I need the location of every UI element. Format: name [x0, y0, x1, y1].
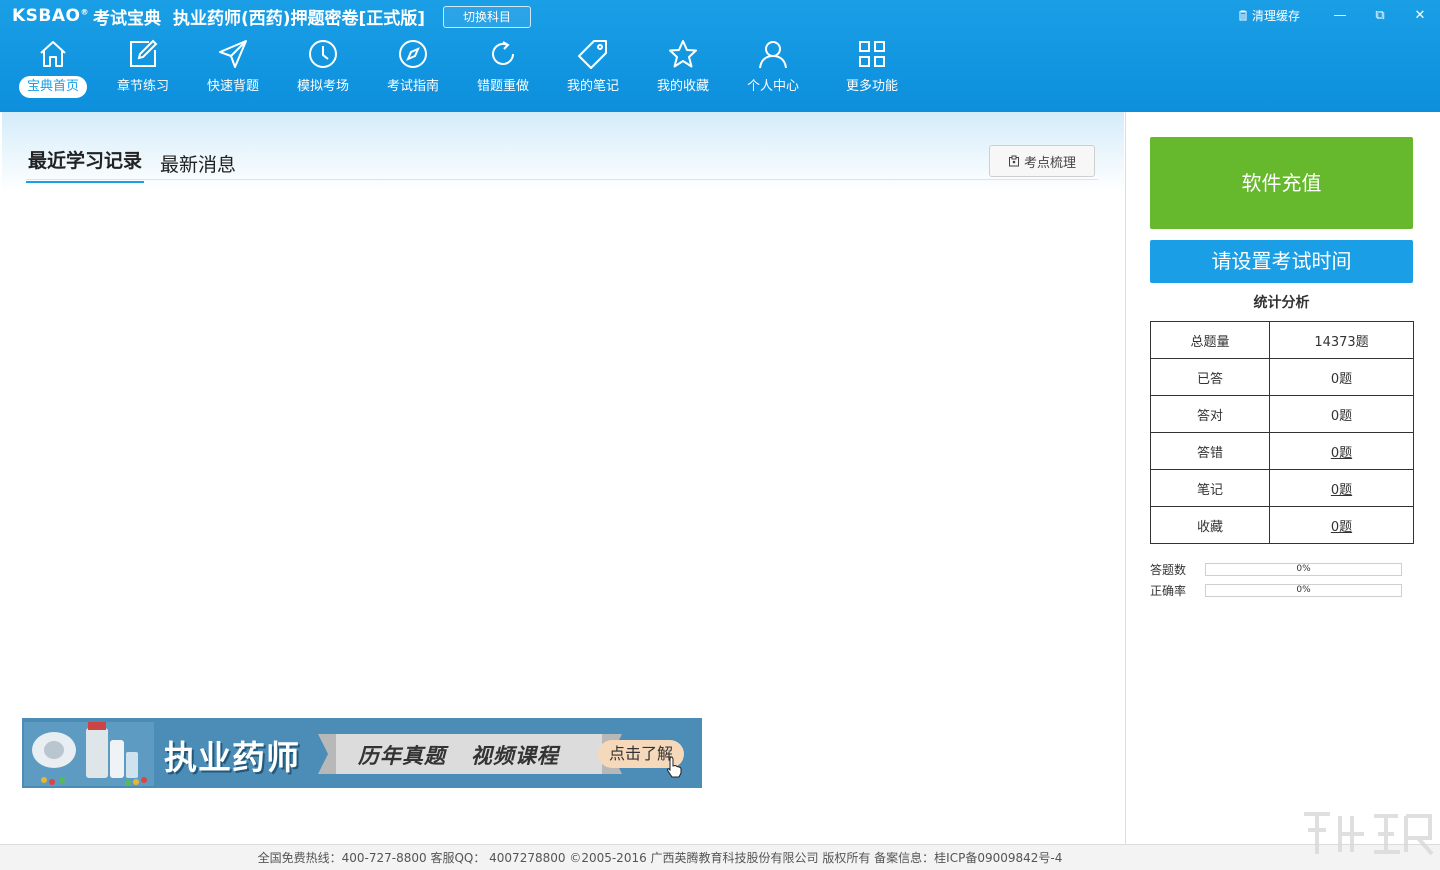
progress-label: 答题数 — [1150, 563, 1187, 577]
clock-icon — [303, 32, 343, 76]
kaodian-label: 考点梳理 — [1023, 155, 1076, 171]
stat-value: 0题 — [1269, 395, 1414, 433]
home-icon — [33, 32, 73, 76]
app-header: KSBAO® 考试宝典 执业药师(西药)押题密卷[正式版] 切换科目 清理缓存 … — [0, 0, 1440, 112]
tab-recent-records[interactable]: 最近学习记录 — [26, 146, 145, 183]
progress-bar: 0% — [1205, 563, 1402, 576]
promo-banner[interactable]: 执业药师 历年真题 视频课程 点击了解 — [22, 718, 702, 788]
close-button[interactable]: ✕ — [1400, 8, 1440, 23]
answered-progress: 答题数 0% — [1150, 561, 1402, 578]
table-row: 答对 0题 — [1150, 395, 1414, 433]
main-content: 最近学习记录 最新消息 考点梳理 执业药师 历年真题 视频课程 点击了解 — [2, 112, 1124, 844]
nav-item-home[interactable]: 宝典首页 — [8, 32, 98, 106]
nav-label: 我的收藏 — [656, 79, 709, 94]
nav-item-quick-review[interactable]: 快速背题 — [188, 32, 278, 106]
stat-label: 收藏 — [1150, 506, 1270, 544]
clear-cache-label: 清理缓存 — [1251, 8, 1300, 23]
nav-label: 错题重做 — [476, 79, 529, 94]
wrong-count-link[interactable]: 0题 — [1331, 446, 1352, 461]
stat-value-link[interactable]: 0题 — [1269, 432, 1414, 470]
compass-icon — [393, 32, 433, 76]
footer: 全国免费热线：400-727-8800 客服QQ： 4007278800 ©20… — [0, 844, 1440, 870]
nav-label: 宝典首页 — [18, 76, 87, 98]
nav-item-chapter-practice[interactable]: 章节练习 — [98, 32, 188, 106]
nav-label: 个人中心 — [746, 79, 799, 94]
nav-item-my-notes[interactable]: 我的笔记 — [548, 32, 638, 106]
progress-value: 0% — [1296, 564, 1311, 574]
main-nav: 宝典首页 章节练习 快速背题 模拟考场 考试指南 错题重做 我的笔记 我的收藏 … — [8, 32, 926, 106]
minimize-button[interactable]: — — [1320, 8, 1360, 23]
nav-label: 更多功能 — [845, 79, 898, 94]
nav-item-personal-center[interactable]: 个人中心 — [728, 32, 818, 106]
brand: KSBAO® 考试宝典 执业药师(西药)押题密卷[正式版] — [12, 5, 426, 29]
medicine-bottles-image — [24, 722, 154, 786]
kaodian-button[interactable]: 考点梳理 — [989, 145, 1095, 177]
window-controls: 清理缓存 — ⧉ ✕ — [1238, 4, 1440, 26]
nav-item-more[interactable]: 更多功能 — [818, 32, 926, 106]
logo: KSBAO® — [12, 6, 89, 26]
notes-count-link[interactable]: 0题 — [1331, 483, 1352, 498]
table-row: 收藏 0题 — [1150, 506, 1414, 544]
banner-subtitle: 历年真题 视频课程 — [358, 744, 559, 768]
set-exam-time-button[interactable]: 请设置考试时间 — [1150, 240, 1413, 283]
nav-item-exam-guide[interactable]: 考试指南 — [368, 32, 458, 106]
progress-label: 正确率 — [1150, 584, 1187, 598]
nav-label: 我的笔记 — [566, 79, 619, 94]
banner-title: 执业药师 — [164, 738, 300, 777]
recharge-button[interactable]: 软件充值 — [1150, 137, 1413, 229]
refresh-icon — [483, 32, 523, 76]
tab-divider — [26, 179, 1098, 180]
stat-label: 答对 — [1150, 395, 1270, 433]
send-icon — [213, 32, 253, 76]
nav-item-my-favorites[interactable]: 我的收藏 — [638, 32, 728, 106]
nav-label: 快速背题 — [206, 79, 259, 94]
table-row: 答错 0题 — [1150, 432, 1414, 470]
stat-value: 14373题 — [1269, 321, 1414, 359]
stat-value: 0题 — [1269, 358, 1414, 396]
trash-icon — [1238, 10, 1247, 20]
stat-label: 已答 — [1150, 358, 1270, 396]
stat-value-link[interactable]: 0题 — [1269, 506, 1414, 544]
nav-label: 章节练习 — [116, 79, 169, 94]
restore-button[interactable]: ⧉ — [1360, 8, 1400, 23]
tag-icon — [573, 32, 613, 76]
favorites-count-link[interactable]: 0题 — [1331, 520, 1352, 535]
app-title: 执业药师(西药)押题密卷[正式版] — [172, 8, 426, 29]
stats-table: 总题量 14373题 已答 0题 答对 0题 答错 0题 笔记 0题 收藏 0题 — [1150, 321, 1414, 544]
table-row: 总题量 14373题 — [1150, 321, 1414, 359]
pointer-hand-icon — [666, 756, 682, 778]
nav-item-mock-exam[interactable]: 模拟考场 — [278, 32, 368, 106]
grid-icon — [852, 32, 892, 76]
stat-label: 总题量 — [1150, 321, 1270, 359]
nav-label: 考试指南 — [386, 79, 439, 94]
clear-cache-button[interactable]: 清理缓存 — [1238, 7, 1300, 24]
table-row: 笔记 0题 — [1150, 469, 1414, 507]
stat-value-link[interactable]: 0题 — [1269, 469, 1414, 507]
nav-label: 模拟考场 — [296, 79, 349, 94]
progress-bar: 0% — [1205, 584, 1402, 597]
stats-title: 统计分析 — [1253, 295, 1310, 311]
accuracy-progress: 正确率 0% — [1150, 582, 1402, 599]
edit-icon — [123, 32, 163, 76]
content-tabs: 最近学习记录 最新消息 — [26, 146, 252, 183]
star-icon — [663, 32, 703, 76]
stat-label: 答错 — [1150, 432, 1270, 470]
stat-label: 笔记 — [1150, 469, 1270, 507]
brand-name: 考试宝典 — [92, 8, 161, 29]
watermark-logo — [1304, 812, 1434, 856]
progress-value: 0% — [1296, 585, 1311, 595]
clipboard-icon — [1008, 155, 1019, 167]
table-row: 已答 0题 — [1150, 358, 1414, 396]
switch-subject-button[interactable]: 切换科目 — [443, 6, 531, 28]
panel-divider — [1125, 112, 1126, 844]
user-icon — [753, 32, 793, 76]
nav-item-redo-errors[interactable]: 错题重做 — [458, 32, 548, 106]
